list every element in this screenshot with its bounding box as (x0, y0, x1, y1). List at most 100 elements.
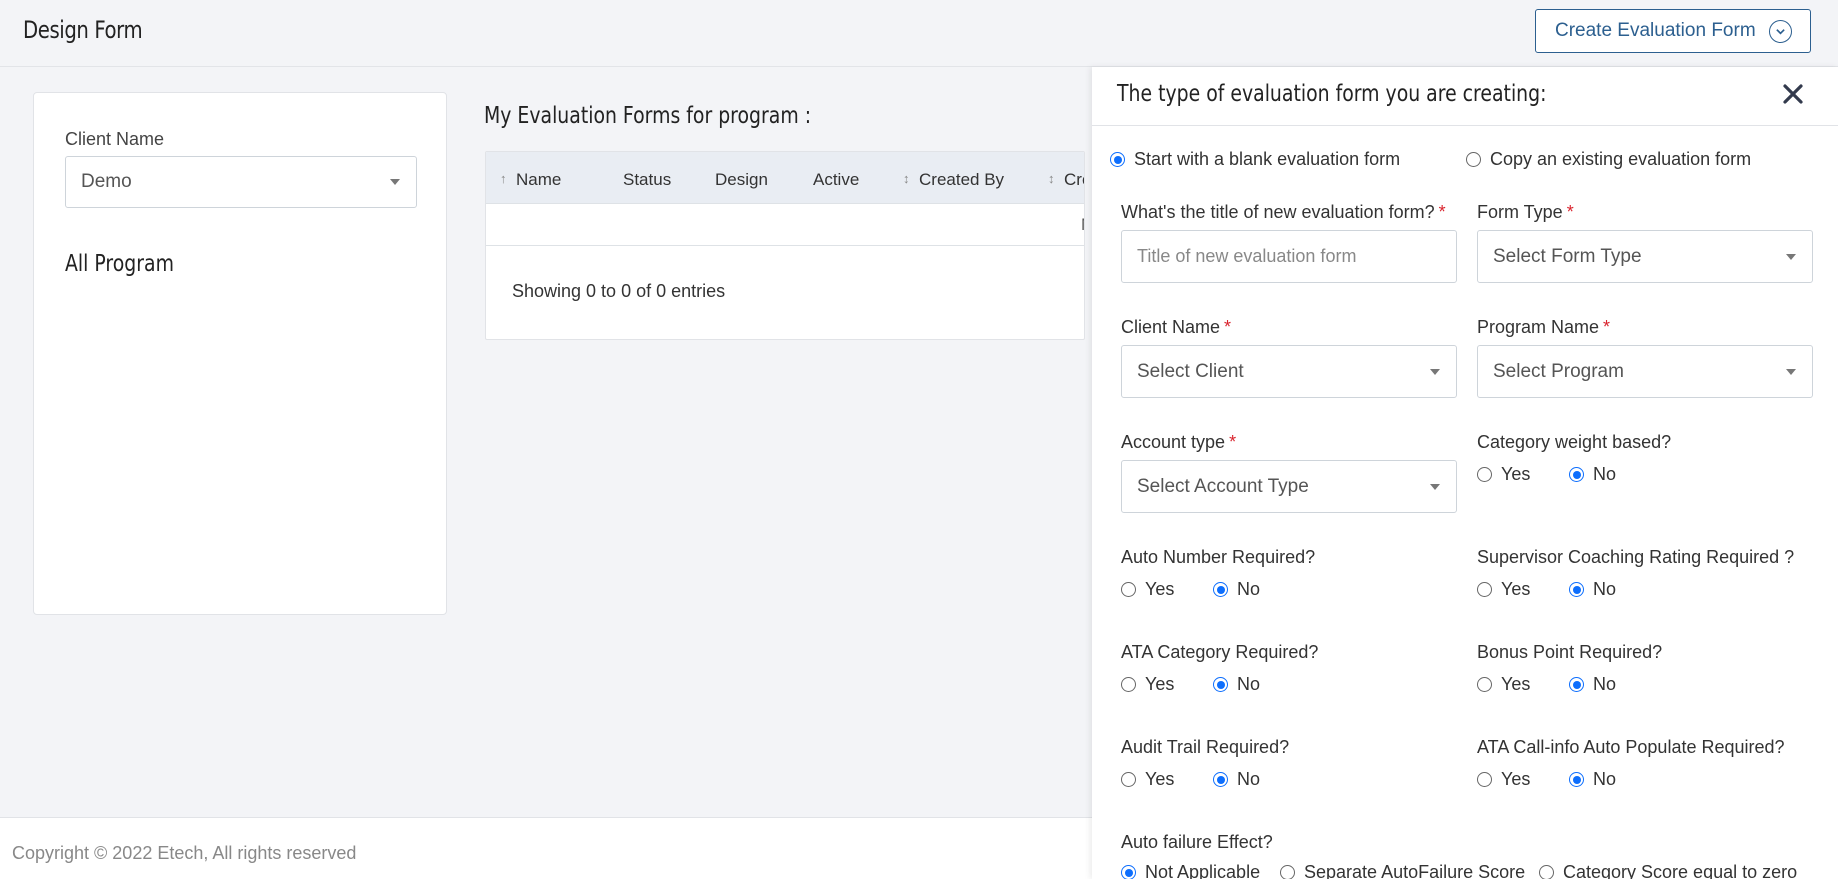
table-row: N (486, 204, 1084, 246)
caret-down-icon (1430, 368, 1440, 375)
radio-dot (1477, 677, 1492, 692)
select-value: Select Form Type (1493, 245, 1642, 267)
radio-label: Not Applicable (1145, 862, 1261, 879)
radio-label: Separate AutoFailure Score (1304, 862, 1526, 879)
auto-failure-label: Auto failure Effect? (1121, 832, 1273, 852)
label-text: Program Name (1477, 317, 1600, 337)
form-type-select[interactable]: Select Form Type (1477, 230, 1813, 283)
program-name-label: Program Name * (1477, 317, 1610, 338)
form-title-input[interactable]: Title of new evaluation form (1121, 230, 1457, 283)
client-select[interactable]: Select Client (1121, 345, 1457, 398)
radio-label: Yes (1501, 674, 1531, 694)
table-info: Showing 0 to 0 of 0 entries (512, 281, 726, 301)
required-mark: * (1224, 317, 1232, 337)
radio-dot (1213, 677, 1228, 692)
radio-label: No (1237, 674, 1261, 694)
radio-label: Start with a blank evaluation form (1134, 149, 1401, 169)
page-title: Design Form (23, 16, 143, 44)
radio-dot (1213, 582, 1228, 597)
column-header-created-by[interactable]: Created By (919, 170, 1004, 190)
radio-label: No (1237, 769, 1261, 789)
create-evaluation-form-button[interactable]: Create Evaluation Form (1535, 9, 1811, 53)
empty-table-text: N (1081, 215, 1084, 235)
account-type-select[interactable]: Select Account Type (1121, 460, 1457, 513)
auto-number-no[interactable]: No (1213, 579, 1260, 600)
forms-table-card: ↑ Name Status Design Active ↕ Created By… (485, 151, 1085, 340)
audit-trail-yes[interactable]: Yes (1121, 769, 1174, 790)
column-header-status[interactable]: Status (623, 170, 671, 190)
supervisor-coaching-no[interactable]: No (1569, 579, 1616, 600)
radio-dot (1569, 582, 1584, 597)
auto-failure-separate-score[interactable]: Separate AutoFailure Score (1280, 862, 1525, 879)
radio-label: No (1593, 464, 1617, 484)
radio-label: Yes (1501, 769, 1531, 789)
ata-callinfo-yes[interactable]: Yes (1477, 769, 1530, 790)
auto-failure-category-zero[interactable]: Category Score equal to zero (1539, 862, 1797, 879)
radio-dot (1477, 582, 1492, 597)
program-select[interactable]: Select Program (1477, 345, 1813, 398)
close-icon[interactable] (1782, 83, 1808, 109)
radio-dot (1477, 467, 1492, 482)
account-type-label: Account type * (1121, 432, 1236, 453)
ata-callinfo-no[interactable]: No (1569, 769, 1616, 790)
category-weight-yes[interactable]: Yes (1477, 464, 1530, 485)
create-form-panel: The type of evaluation form you are crea… (1092, 67, 1838, 879)
auto-failure-not-applicable[interactable]: Not Applicable (1121, 862, 1260, 879)
radio-dot (1569, 772, 1584, 787)
client-filter-card: Client Name Demo All Program (33, 92, 447, 615)
radio-dot (1569, 677, 1584, 692)
supervisor-coaching-label: Supervisor Coaching Rating Required ? (1477, 547, 1795, 567)
radio-dot (1121, 582, 1136, 597)
ata-category-no[interactable]: No (1213, 674, 1260, 695)
auto-number-label: Auto Number Required? (1121, 547, 1316, 567)
caret-down-icon (1786, 253, 1796, 260)
client-name-value: Demo (81, 171, 132, 192)
audit-trail-label: Audit Trail Required? (1121, 737, 1290, 757)
create-evaluation-form-label: Create Evaluation Form (1555, 20, 1756, 41)
panel-header: The type of evaluation form you are crea… (1092, 67, 1838, 126)
category-weight-label: Category weight based? (1477, 432, 1672, 452)
bonus-point-no[interactable]: No (1569, 674, 1616, 695)
audit-trail-no[interactable]: No (1213, 769, 1260, 790)
category-weight-no[interactable]: No (1569, 464, 1616, 485)
column-header-active[interactable]: Active (813, 170, 859, 190)
client-name-select[interactable]: Demo (65, 156, 417, 208)
label-text: What's the title of new evaluation form? (1121, 202, 1435, 222)
all-program-heading[interactable]: All Program (65, 251, 174, 277)
forms-section-title: My Evaluation Forms for program : (484, 103, 812, 129)
radio-label: Category Score equal to zero (1563, 862, 1798, 879)
required-mark: * (1229, 432, 1237, 452)
column-header-created[interactable]: Crea (1064, 170, 1084, 190)
select-value: Select Client (1137, 360, 1244, 382)
radio-label: No (1593, 579, 1617, 599)
client-name-label: Client Name (65, 129, 165, 149)
radio-label: No (1237, 579, 1261, 599)
bonus-point-yes[interactable]: Yes (1477, 674, 1530, 695)
column-header-design[interactable]: Design (715, 170, 768, 190)
radio-label: Copy an existing evaluation form (1490, 149, 1752, 169)
form-type-label: Form Type * (1477, 202, 1574, 223)
radio-blank-form[interactable]: Start with a blank evaluation form (1110, 149, 1400, 170)
radio-dot (1213, 772, 1228, 787)
supervisor-coaching-yes[interactable]: Yes (1477, 579, 1530, 600)
ata-callinfo-label: ATA Call-info Auto Populate Required? (1477, 737, 1785, 757)
caret-down-icon (390, 179, 400, 185)
radio-dot (1280, 865, 1295, 879)
top-bar: Design Form Create Evaluation Form (0, 0, 1838, 67)
radio-dot (1569, 467, 1584, 482)
sort-icon: ↕ (903, 171, 910, 186)
required-mark: * (1438, 202, 1446, 222)
input-placeholder: Title of new evaluation form (1137, 246, 1357, 266)
auto-number-yes[interactable]: Yes (1121, 579, 1174, 600)
radio-label: No (1593, 674, 1617, 694)
radio-dot (1477, 772, 1492, 787)
label-text: Client Name (1121, 317, 1221, 337)
radio-copy-form[interactable]: Copy an existing evaluation form (1466, 149, 1751, 170)
select-value: Select Program (1493, 360, 1624, 382)
select-value: Select Account Type (1137, 475, 1309, 497)
column-header-name[interactable]: Name (516, 170, 561, 190)
ata-category-yes[interactable]: Yes (1121, 674, 1174, 695)
radio-label: Yes (1145, 579, 1175, 599)
table-header: ↑ Name Status Design Active ↕ Created By… (486, 152, 1084, 204)
panel-title: The type of evaluation form you are crea… (1117, 81, 1547, 107)
